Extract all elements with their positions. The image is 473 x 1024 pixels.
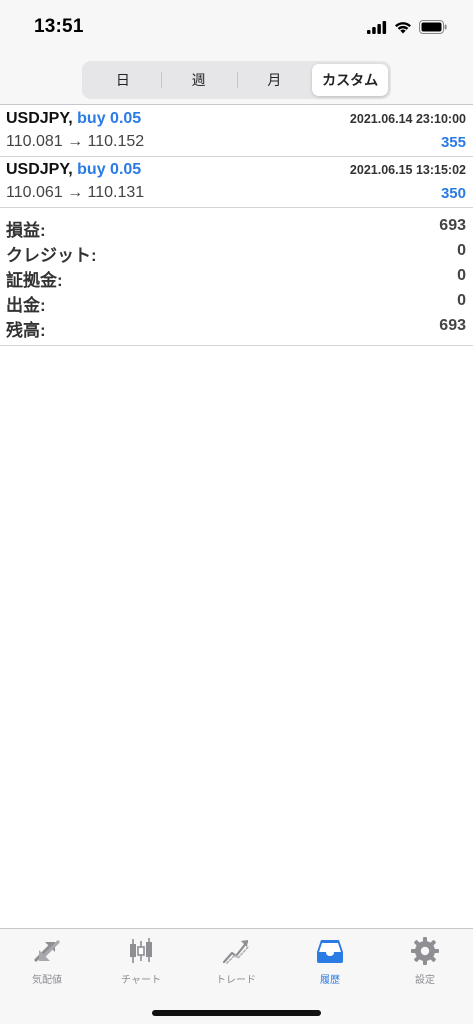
summary-panel: 損益: 693 クレジット: 0 証拠金: 0 出金: 0 残高: 693 (0, 210, 473, 346)
trade-symbol-text: USDJPY, (6, 110, 73, 127)
tab-label: トレード (216, 975, 256, 986)
quotes-arrows-icon (31, 935, 63, 967)
segment-day[interactable]: 日 (85, 64, 161, 96)
tab-history[interactable]: 履歴 (283, 935, 377, 991)
summary-row-balance: 残高: 693 (0, 314, 473, 340)
summary-value: 0 (457, 292, 466, 309)
summary-row-margin: 証拠金: 0 (0, 264, 473, 290)
home-indicator[interactable] (152, 1010, 321, 1016)
tab-settings[interactable]: 設定 (378, 935, 472, 991)
status-bar: 13:51 (0, 0, 473, 54)
top-area: 13:51 日 週 月 カスタム (0, 0, 473, 105)
status-icons (367, 20, 447, 39)
segment-week[interactable]: 週 (160, 64, 237, 96)
summary-label: 出金: (6, 296, 46, 315)
trade-prices: 110.061 → 110.131 (6, 184, 145, 201)
segment-month[interactable]: 月 (236, 64, 313, 96)
trade-symbol-text: USDJPY, (6, 161, 73, 178)
wifi-icon (394, 21, 412, 39)
trade-prices: 110.081 → 110.152 (6, 133, 145, 150)
trade-row[interactable]: USDJPY, buy 0.05 2021.06.14 23:10:00 110… (0, 106, 473, 157)
summary-value: 0 (457, 267, 466, 284)
gear-icon (409, 935, 441, 967)
tab-quotes[interactable]: 気配値 (0, 935, 94, 991)
battery-icon (419, 20, 447, 39)
trade-symbol: USDJPY, buy 0.05 (6, 161, 141, 179)
status-time: 13:51 (34, 16, 84, 37)
summary-row-profit: 損益: 693 (0, 214, 473, 240)
candlestick-chart-icon (125, 935, 157, 967)
trade-profit: 350 (440, 185, 466, 202)
segment-custom[interactable]: カスタム (312, 64, 388, 96)
tab-label: チャート (121, 975, 161, 986)
trade-profit: 355 (440, 134, 466, 151)
tab-label: 気配値 (32, 975, 62, 986)
trade-symbol: USDJPY, buy 0.05 (6, 110, 141, 128)
summary-label: 証拠金: (6, 271, 63, 290)
summary-value: 693 (439, 217, 466, 234)
summary-label: クレジット: (6, 246, 97, 265)
tab-trade[interactable]: トレード (189, 935, 283, 991)
tab-chart[interactable]: チャート (94, 935, 188, 991)
summary-label: 残高: (6, 321, 46, 340)
trade-side: buy 0.05 (77, 110, 142, 127)
summary-value: 693 (439, 317, 466, 334)
period-segmented-control: 日 週 月 カスタム (82, 61, 391, 99)
trade-datetime: 2021.06.14 23:10:00 (349, 112, 466, 126)
tab-bar: 気配値 チャート トレード 履歴 設定 (0, 928, 473, 1024)
summary-label: 損益: (6, 221, 46, 240)
cellular-signal-icon (367, 20, 387, 39)
trade-row[interactable]: USDJPY, buy 0.05 2021.06.15 13:15:02 110… (0, 157, 473, 208)
tab-label: 設定 (415, 975, 435, 986)
trade-datetime: 2021.06.15 13:15:02 (349, 163, 466, 177)
trade-line-icon (220, 935, 252, 967)
summary-value: 0 (457, 242, 466, 259)
trade-side: buy 0.05 (77, 161, 142, 178)
summary-row-withdrawal: 出金: 0 (0, 289, 473, 315)
history-inbox-icon (314, 935, 346, 967)
tab-label: 履歴 (320, 975, 340, 986)
summary-row-credit: クレジット: 0 (0, 239, 473, 265)
